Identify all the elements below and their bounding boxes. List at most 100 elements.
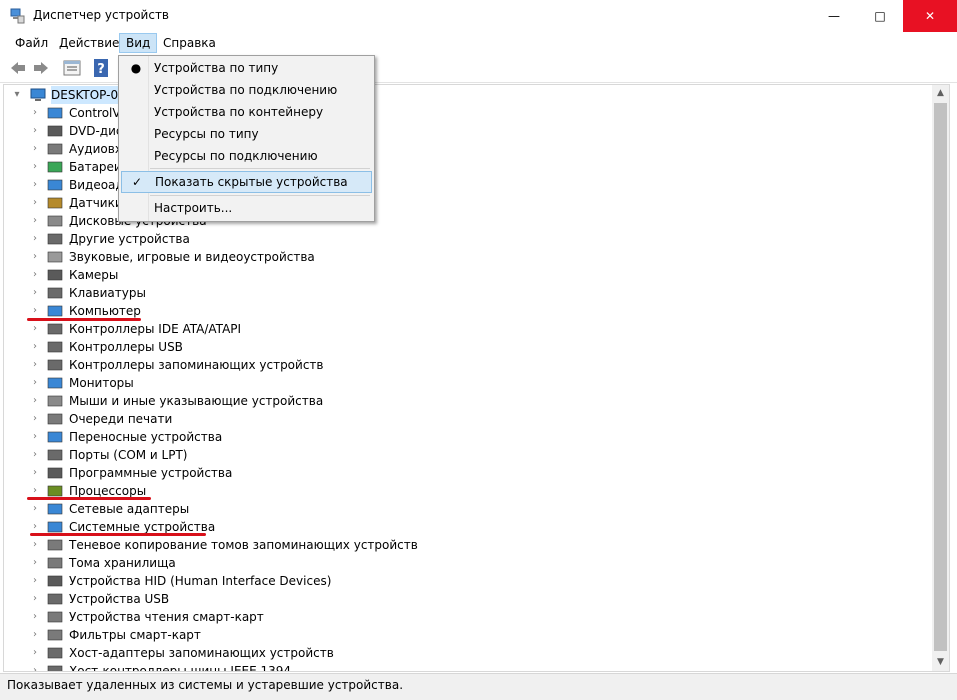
forward-arrow-icon[interactable]: [31, 58, 51, 78]
expand-chevron-icon[interactable]: ›: [30, 158, 40, 176]
expand-chevron-icon[interactable]: ›: [30, 320, 40, 338]
tree-item-label: Порты (COM и LPT): [69, 448, 188, 462]
expand-chevron-icon[interactable]: ›: [30, 590, 40, 608]
help-icon[interactable]: ?: [92, 58, 112, 78]
properties-icon[interactable]: [62, 58, 82, 78]
expand-chevron-icon[interactable]: ›: [30, 410, 40, 428]
scroll-down-icon[interactable]: ▼: [932, 654, 949, 671]
tree-item-label: Хост-контроллеры шины IEEE 1394: [69, 664, 292, 672]
expand-chevron-icon[interactable]: ›: [30, 464, 40, 482]
expand-chevron-icon[interactable]: ›: [30, 104, 40, 122]
expand-chevron-icon[interactable]: ›: [30, 356, 40, 374]
window-title: Диспетчер устройств: [33, 8, 170, 22]
camera-icon: [47, 269, 63, 281]
expand-chevron-icon[interactable]: ›: [30, 248, 40, 266]
ide-controller-icon: [47, 323, 63, 335]
expand-chevron-icon[interactable]: ›: [30, 392, 40, 410]
sensor-icon: [47, 197, 63, 209]
menu-action[interactable]: Действие: [53, 34, 125, 52]
ieee1394-icon: [47, 665, 63, 671]
tree-item-label: Переносные устройства: [69, 430, 223, 444]
expand-chevron-icon[interactable]: ›: [30, 230, 40, 248]
tree-item-label: Программные устройства: [69, 466, 233, 480]
menu-item-label: Устройства по контейнеру: [154, 105, 324, 119]
scroll-thumb[interactable]: [934, 103, 947, 651]
tree-item-label: Звуковые, игровые и видеоустройства: [69, 250, 315, 264]
expand-chevron-icon[interactable]: ›: [30, 626, 40, 644]
tree-item-label: Устройства USB: [69, 592, 170, 606]
tree-item-label: Клавиатуры: [69, 286, 146, 300]
monitor-icon: [47, 377, 63, 389]
expand-chevron-icon[interactable]: ›: [30, 536, 40, 554]
radio-selected-icon: ●: [130, 61, 142, 75]
status-bar: Показывает удаленных из системы и устаре…: [0, 673, 957, 700]
storage-controller-icon: [47, 359, 63, 371]
expand-chevron-icon[interactable]: ›: [30, 284, 40, 302]
title-bar[interactable]: Диспетчер устройств — □ ✕: [0, 0, 957, 32]
hid-icon: [47, 575, 63, 587]
tree-item-label: Хост-адаптеры запоминающих устройств: [69, 646, 334, 660]
back-arrow-icon[interactable]: [8, 58, 28, 78]
expand-chevron-icon[interactable]: ›: [30, 500, 40, 518]
scroll-up-icon[interactable]: ▲: [932, 85, 949, 102]
tree-item-label: Датчики: [69, 196, 123, 210]
menu-item-customize[interactable]: Настроить...: [121, 198, 370, 219]
audio-input-icon: [47, 143, 63, 155]
expand-chevron-icon[interactable]: ›: [30, 608, 40, 626]
menu-item-devices-by-connection[interactable]: Устройства по подключению: [121, 80, 370, 101]
expand-chevron-icon[interactable]: ›: [30, 122, 40, 140]
display-adapter-icon: [47, 179, 63, 191]
tree-item-label: Устройства чтения смарт-карт: [69, 610, 264, 624]
tree-item-label: Сетевые адаптеры: [69, 502, 190, 516]
menu-item-show-hidden-devices[interactable]: ✓ Показать скрытые устройства: [121, 171, 372, 193]
menu-item-devices-by-container[interactable]: Устройства по контейнеру: [121, 102, 370, 123]
expand-chevron-icon[interactable]: ›: [30, 212, 40, 230]
view-menu-dropdown: ● Устройства по типу Устройства по подкл…: [118, 55, 375, 222]
device-manager-icon: [10, 8, 25, 24]
expand-chevron-icon[interactable]: ›: [30, 644, 40, 662]
battery-icon: [47, 161, 63, 173]
expand-chevron-icon[interactable]: ›: [30, 266, 40, 284]
disk-drive-icon: [47, 215, 63, 227]
menu-item-devices-by-type[interactable]: ● Устройства по типу: [121, 58, 370, 79]
expand-chevron-icon[interactable]: ›: [30, 194, 40, 212]
controlvault-icon: [47, 107, 63, 119]
expand-chevron-icon[interactable]: ›: [30, 446, 40, 464]
expand-chevron-icon[interactable]: ›: [30, 338, 40, 356]
expand-chevron-icon[interactable]: ›: [30, 140, 40, 158]
mouse-icon: [47, 395, 63, 407]
maximize-button[interactable]: □: [857, 0, 903, 32]
speaker-icon: [47, 251, 63, 263]
close-icon: ✕: [924, 9, 936, 23]
menu-item-resources-by-type[interactable]: Ресурсы по типу: [121, 124, 370, 145]
close-button[interactable]: ✕: [903, 0, 957, 32]
menu-item-label: Ресурсы по типу: [154, 127, 259, 141]
expand-chevron-icon[interactable]: ›: [30, 374, 40, 392]
expand-chevron-icon[interactable]: ›: [30, 176, 40, 194]
menu-file[interactable]: Файл: [9, 34, 54, 52]
minimize-icon: —: [828, 9, 840, 23]
tree-item-label: Контроллеры IDE ATA/ATAPI: [69, 322, 242, 336]
annotation-underline-computer: [27, 318, 141, 321]
dvd-drive-icon: [47, 125, 63, 137]
maximize-icon: □: [874, 9, 886, 23]
processor-icon: [47, 485, 63, 497]
tree-item-label: Другие устройства: [69, 232, 190, 246]
tree-item-label: Очереди печати: [69, 412, 173, 426]
vertical-scrollbar[interactable]: ▲ ▼: [932, 85, 949, 671]
minimize-button[interactable]: —: [811, 0, 857, 32]
expand-chevron-icon[interactable]: ›: [30, 572, 40, 590]
other-devices-icon: [47, 233, 63, 245]
menu-view[interactable]: Вид: [119, 33, 158, 53]
collapse-chevron-icon[interactable]: ▾: [12, 86, 22, 104]
device-manager-window: Диспетчер устройств — □ ✕ Файл Действие …: [0, 0, 957, 700]
menu-item-resources-by-connection[interactable]: Ресурсы по подключению: [121, 146, 370, 167]
expand-chevron-icon[interactable]: ›: [30, 554, 40, 572]
expand-chevron-icon[interactable]: ›: [30, 428, 40, 446]
menu-help[interactable]: Справка: [157, 34, 222, 52]
printer-icon: [47, 413, 63, 425]
tree-item-label: Мониторы: [69, 376, 134, 390]
expand-chevron-icon[interactable]: ›: [30, 662, 40, 671]
annotation-underline-processors: [27, 497, 151, 500]
software-device-icon: [47, 467, 63, 479]
